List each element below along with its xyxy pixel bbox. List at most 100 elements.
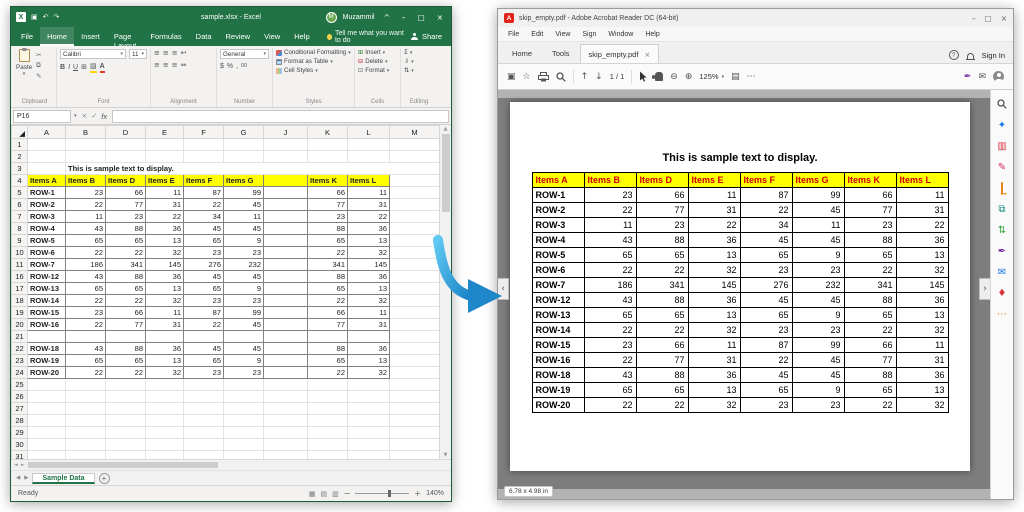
table-cell[interactable] xyxy=(264,283,308,295)
cell[interactable] xyxy=(264,379,308,391)
table-header-cell[interactable]: Items B xyxy=(66,175,106,187)
menu-tab-insert[interactable]: Insert xyxy=(74,27,107,46)
cell[interactable] xyxy=(390,367,440,379)
table-cell[interactable]: 31 xyxy=(348,319,390,331)
cell[interactable] xyxy=(224,379,264,391)
table-cell[interactable]: 23 xyxy=(184,295,224,307)
table-cell[interactable]: 32 xyxy=(146,367,184,379)
cell[interactable] xyxy=(146,439,184,451)
table-cell[interactable]: 22 xyxy=(184,319,224,331)
decimal-icon[interactable]: 00 xyxy=(241,62,247,71)
cell[interactable] xyxy=(390,439,440,451)
cell[interactable] xyxy=(224,427,264,439)
row-header-27[interactable]: 27 xyxy=(12,403,28,415)
zoom-level-select[interactable]: 125%▾ xyxy=(699,72,724,81)
format-painter-icon[interactable]: ✎ xyxy=(36,72,41,80)
conditional-formatting-button[interactable]: Conditional Formatting▾ xyxy=(276,49,351,56)
cell[interactable] xyxy=(66,427,106,439)
cell[interactable] xyxy=(348,379,390,391)
table-cell[interactable]: 11 xyxy=(146,307,184,319)
table-cell[interactable]: 22 xyxy=(348,211,390,223)
cell[interactable] xyxy=(390,139,440,151)
table-cell[interactable] xyxy=(264,295,308,307)
table-cell[interactable]: 9 xyxy=(224,355,264,367)
cell[interactable] xyxy=(390,427,440,439)
close-button[interactable]: × xyxy=(434,13,446,22)
format-as-table-button[interactable]: Format as Table▾ xyxy=(276,58,351,65)
table-cell[interactable]: 9 xyxy=(224,235,264,247)
row-header-6[interactable]: 6 xyxy=(12,199,28,211)
table-cell[interactable]: 88 xyxy=(106,223,146,235)
table-cell[interactable]: 341 xyxy=(308,259,348,271)
cell[interactable] xyxy=(28,391,66,403)
table-cell[interactable]: 36 xyxy=(348,223,390,235)
table-header-cell[interactable]: Items G xyxy=(224,175,264,187)
table-cell[interactable]: 22 xyxy=(308,247,348,259)
minimize-button[interactable]: – xyxy=(972,14,976,23)
row-header-23[interactable]: 23 xyxy=(12,355,28,367)
cell[interactable] xyxy=(390,151,440,163)
table-cell[interactable]: 45 xyxy=(224,199,264,211)
combine-files-icon[interactable]: ⧉ xyxy=(996,204,1009,216)
column-header-D[interactable]: D xyxy=(106,126,146,139)
table-cell[interactable]: 32 xyxy=(146,295,184,307)
cell[interactable] xyxy=(390,391,440,403)
table-cell[interactable]: 65 xyxy=(184,283,224,295)
table-cell[interactable]: 22 xyxy=(66,247,106,259)
enter-icon[interactable]: ✓ xyxy=(91,112,97,120)
table-cell[interactable] xyxy=(264,211,308,223)
save-icon[interactable]: ▣ xyxy=(31,13,38,21)
table-cell[interactable]: 45 xyxy=(184,271,224,283)
column-header-J[interactable]: J xyxy=(264,126,308,139)
row-header-9[interactable]: 9 xyxy=(12,235,28,247)
send-icon[interactable]: ✉ xyxy=(978,72,986,82)
column-header-K[interactable]: K xyxy=(308,126,348,139)
table-cell[interactable]: ROW-20 xyxy=(28,367,66,379)
table-cell[interactable] xyxy=(264,247,308,259)
table-cell[interactable]: 232 xyxy=(224,259,264,271)
cell[interactable] xyxy=(66,403,106,415)
cell[interactable] xyxy=(184,427,224,439)
table-cell[interactable]: 99 xyxy=(224,187,264,199)
cell[interactable] xyxy=(146,139,184,151)
name-box[interactable]: P16 xyxy=(13,110,71,123)
table-header-cell[interactable]: Items K xyxy=(308,175,348,187)
cell[interactable] xyxy=(146,427,184,439)
cell[interactable] xyxy=(264,139,308,151)
create-pdf-icon[interactable]: ▥ xyxy=(996,141,1009,153)
notifications-icon[interactable] xyxy=(967,53,974,59)
row-header-19[interactable]: 19 xyxy=(12,307,28,319)
pdf-menu-sign[interactable]: Sign xyxy=(576,31,602,38)
table-cell[interactable]: 23 xyxy=(66,187,106,199)
cell[interactable] xyxy=(390,199,440,211)
cell[interactable] xyxy=(348,403,390,415)
send-for-signature-icon[interactable]: ✉ xyxy=(996,267,1009,279)
cell[interactable] xyxy=(184,415,224,427)
row-header-11[interactable]: 11 xyxy=(12,259,28,271)
cell[interactable] xyxy=(390,379,440,391)
menu-tab-page-layout[interactable]: Page Layout xyxy=(107,27,144,46)
cell[interactable] xyxy=(28,439,66,451)
table-cell[interactable]: ROW-2 xyxy=(28,199,66,211)
zoom-slider-thumb[interactable] xyxy=(388,490,391,497)
cell[interactable] xyxy=(106,379,146,391)
table-cell[interactable]: 45 xyxy=(224,223,264,235)
more-tools-icon[interactable]: ⋯ xyxy=(996,309,1009,321)
table-cell[interactable]: 23 xyxy=(184,247,224,259)
cell[interactable] xyxy=(106,403,146,415)
edit-pdf-icon[interactable]: ✎ xyxy=(996,162,1009,174)
table-cell[interactable]: 36 xyxy=(146,271,184,283)
cell[interactable] xyxy=(106,451,146,460)
cell[interactable] xyxy=(308,451,348,460)
comment-icon[interactable] xyxy=(996,183,1009,195)
column-header-L[interactable]: L xyxy=(348,126,390,139)
cell[interactable] xyxy=(106,427,146,439)
maximize-button[interactable]: □ xyxy=(415,13,428,22)
table-cell[interactable]: 88 xyxy=(308,271,348,283)
row-header-26[interactable]: 26 xyxy=(12,391,28,403)
table-cell[interactable]: ROW-6 xyxy=(28,247,66,259)
table-cell[interactable]: 13 xyxy=(146,355,184,367)
row-header-5[interactable]: 5 xyxy=(12,187,28,199)
cell[interactable] xyxy=(308,415,348,427)
cell[interactable] xyxy=(184,151,224,163)
